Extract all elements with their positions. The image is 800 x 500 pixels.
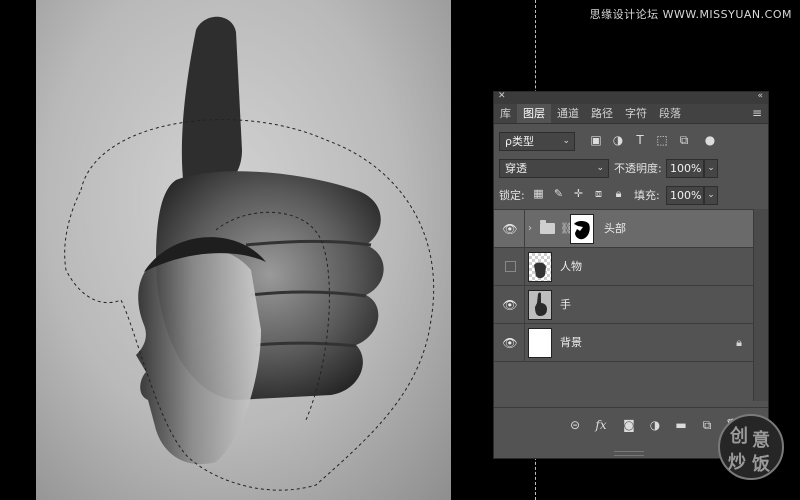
stamp-char: 饭 [752,454,770,475]
add-mask-icon[interactable]: ◙ [620,416,638,434]
layer-thumbnail[interactable] [528,252,552,282]
lock-icon[interactable]: 🔒︎ [736,324,742,362]
lock-transparent-icon[interactable]: ▦ [532,187,545,201]
layer-name: 背景 [560,336,582,349]
tab-library[interactable]: 库 [494,104,517,123]
filter-label: ρ类型 [505,135,534,148]
opacity-label: 不透明度: [614,162,662,175]
layer-name: 手 [560,298,571,311]
fx-icon[interactable]: fx [592,416,610,434]
opacity-value: 100% [670,162,702,175]
opacity-input[interactable]: 100% [666,159,704,178]
layer-row-head-group[interactable]: 👁︎ › ⛓︎ 头部 [494,210,756,248]
layer-name: 人物 [560,260,582,273]
eye-icon[interactable]: 👁︎ [502,221,518,237]
panel-menu-icon[interactable]: ≡ [752,104,762,123]
lock-position-icon[interactable]: ✛ [572,187,585,201]
folder-icon [540,220,555,234]
lock-brush-icon[interactable]: ✎ [552,187,565,201]
stamp-char: 创 [730,426,748,447]
chevron-down-icon: ⌄ [596,163,604,173]
layer-row-person[interactable]: 人物 [494,248,756,286]
filter-toggle-icon[interactable]: ● [702,132,718,148]
blend-row: 穿透 ⌄ 不透明度: 100% ⌄ [494,155,768,181]
expand-arrow-icon[interactable]: › [528,210,532,248]
fill-value: 100% [670,189,702,202]
blend-mode-value: 穿透 [505,162,527,175]
layer-row-background[interactable]: 👁︎ 背景 🔒︎ [494,324,756,362]
tab-character[interactable]: 字符 [619,104,653,123]
tab-paragraph[interactable]: 段落 [653,104,687,123]
tab-channels[interactable]: 通道 [551,104,585,123]
layer-name: 头部 [604,222,626,235]
filter-row: ρ类型 ⌄ ▣ ◑ T ⬚ ⧉ ● [494,128,768,154]
layer-filter-dropdown[interactable]: ρ类型 ⌄ [499,132,575,151]
new-group-icon[interactable]: ▬ [672,416,690,434]
collapse-icon[interactable]: « [757,91,763,101]
layer-thumbnail[interactable] [528,290,552,320]
person-thumb-icon [534,262,546,279]
artwork-illustration [64,16,435,491]
type-filter-icon[interactable]: T [632,132,648,148]
eye-icon[interactable]: 👁︎ [502,297,518,313]
lock-artboard-icon[interactable]: ⧈ [592,187,605,201]
link-layers-icon[interactable]: ⊝ [566,416,584,434]
shape-filter-icon[interactable]: ⬚ [654,132,670,148]
panel-titlebar[interactable]: ✕ « [494,91,768,104]
stamp-logo: 创 意 炒 饭 [718,414,784,480]
adjustment-layer-icon[interactable]: ◑ [646,416,664,434]
face-shape [136,247,261,465]
chevron-down-icon: ⌄ [562,136,570,146]
watermark-text: 思缘设计论坛 WWW.MISSYUAN.COM [589,8,792,21]
panel-tabs: 库 图层 通道 路径 字符 段落 ≡ [494,104,768,124]
fill-label: 填充: [634,189,660,202]
close-icon[interactable]: ✕ [498,91,506,101]
layer-thumbnail[interactable] [528,328,552,358]
adjustment-filter-icon[interactable]: ◑ [610,132,626,148]
fill-input[interactable]: 100% [666,186,704,205]
document-canvas[interactable] [36,0,451,500]
layer-row-hand[interactable]: 👁︎ 手 [494,286,756,324]
smart-object-filter-icon[interactable]: ⧉ [676,132,692,148]
row-divider [524,248,525,285]
row-divider [524,286,525,323]
stamp-char: 意 [752,430,770,451]
layers-list: 👁︎ › ⛓︎ 头部 人物 👁︎ 手 👁︎ 背景 🔒︎ [494,209,756,402]
tab-layers[interactable]: 图层 [517,104,551,123]
lock-row: 锁定: ▦ ✎ ✛ ⧈ 🔒︎ 填充: 100% ⌄ [494,182,768,208]
visibility-off-box[interactable] [505,261,516,272]
row-divider [524,324,525,361]
tab-paths[interactable]: 路径 [585,104,619,123]
new-layer-icon[interactable]: ⧉ [698,416,716,434]
stamp-char: 炒 [728,452,746,473]
pixel-filter-icon[interactable]: ▣ [588,132,604,148]
fill-chevron-icon[interactable]: ⌄ [704,186,718,205]
layers-panel: ✕ « 库 图层 通道 路径 字符 段落 ≡ ρ类型 ⌄ ▣ ◑ T ⬚ ⧉ ●… [493,91,769,459]
resize-grip[interactable] [614,451,644,456]
opacity-chevron-icon[interactable]: ⌄ [704,159,718,178]
mask-shape-icon [574,221,590,240]
hand-thumb-icon [535,292,547,316]
row-divider [524,210,525,247]
layer-mask-thumbnail[interactable] [570,214,594,244]
blend-mode-dropdown[interactable]: 穿透 ⌄ [499,159,609,178]
lock-all-icon[interactable]: 🔒︎ [612,187,625,201]
lock-label: 锁定: [499,189,525,202]
eye-icon[interactable]: 👁︎ [502,335,518,351]
layers-scrollbar[interactable] [753,209,768,401]
